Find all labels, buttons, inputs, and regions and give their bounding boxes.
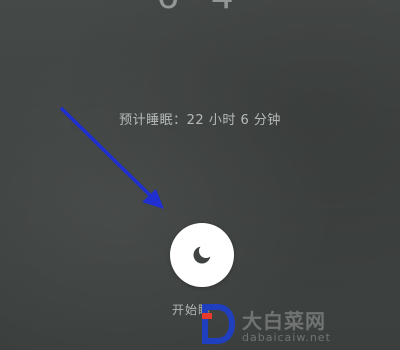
start-sleep-button[interactable] <box>170 223 234 287</box>
annotation-arrow <box>60 107 164 209</box>
watermark-name: 大白菜网 <box>242 309 326 333</box>
moon-icon <box>193 244 213 264</box>
sleep-screen: 6 4 预计睡眠：22 小时 6 分钟 开始睡 大白菜网 dabaicaiw.n… <box>0 0 400 350</box>
sleep-estimate-text: 预计睡眠：22 小时 6 分钟 <box>119 113 281 128</box>
start-sleep-label: 开始睡 <box>172 303 212 317</box>
watermark: 大白菜网 dabaicaiw.net <box>198 301 400 350</box>
clock-time: 6 4 <box>0 0 400 17</box>
watermark-domain: dabaicaiw.net <box>242 331 331 344</box>
